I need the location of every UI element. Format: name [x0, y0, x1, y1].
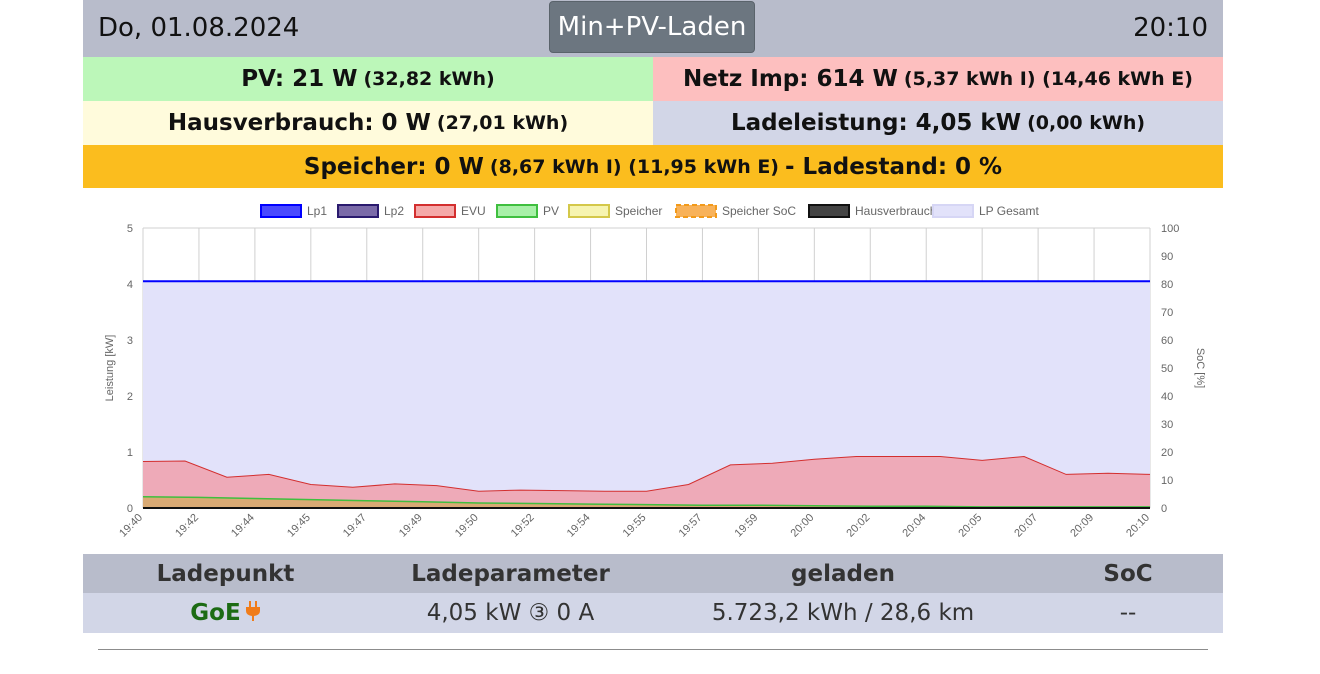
power-chart-svg: Lp1 Lp2 EVU PV Speicher Speicher SoC Hausverbr…: [104, 204, 1206, 540]
legend-label: Lp1: [307, 204, 327, 218]
x-tick: 20:02: [844, 512, 872, 540]
date-label: Do, 01.08.2024: [98, 13, 300, 43]
battery-soc: - Ladestand: 0 %: [785, 153, 1003, 180]
x-tick: 19:59: [733, 512, 761, 540]
charging-power: Ladeleistung: 4,05 kW: [730, 110, 1022, 136]
plug-icon: [245, 600, 261, 626]
grid-summary: Netz Imp: 614 W (5,37 kWh I) (14,46 kWh …: [653, 57, 1223, 101]
summary-row-2: Hausverbrauch: 0 W (27,01 kWh) Ladeleist…: [83, 101, 1223, 145]
col-soc: SoC: [1103, 560, 1153, 587]
pv-power: PV: 21 W: [241, 66, 358, 92]
vehicle-soc: --: [1119, 600, 1137, 626]
legend-label: EVU: [461, 204, 486, 218]
summary-row-1: PV: 21 W (32,82 kWh) Netz Imp: 614 W (5,…: [83, 57, 1223, 101]
time-label: 20:10: [1133, 13, 1208, 43]
grid-energy: (5,37 kWh I) (14,46 kWh E): [903, 68, 1193, 90]
y-tick-right: 40: [1161, 391, 1173, 403]
house-summary: Hausverbrauch: 0 W (27,01 kWh): [83, 101, 653, 145]
legend-label: LP Gesamt: [979, 204, 1039, 218]
legend-swatch: [337, 204, 379, 218]
y-tick-right: 50: [1161, 363, 1173, 375]
legend-label: Lp2: [384, 204, 404, 218]
legend-label: Speicher SoC: [722, 204, 796, 218]
x-tick: 19:55: [621, 512, 649, 540]
battery-power: Speicher: 0 W: [303, 153, 484, 180]
grid-power: Netz Imp: 614 W: [683, 66, 898, 92]
y-tick-left: 4: [127, 279, 133, 291]
legend-label: Hausverbrauch: [855, 204, 936, 218]
table-row[interactable]: GoE 4,05 kW ③ 0 A 5.723,2 kWh / 28,6 km …: [83, 593, 1223, 633]
x-tick: 19:47: [341, 512, 369, 540]
chargepoint-name-cell[interactable]: GoE: [83, 593, 368, 633]
legend-swatch: [808, 204, 850, 218]
charged-amount: 5.723,2 kWh / 28,6 km: [711, 600, 975, 626]
y-tick-right: 70: [1161, 307, 1173, 319]
charge-mode-button[interactable]: Min+PV-Laden: [549, 1, 755, 53]
legend-swatch: [675, 204, 717, 218]
col-geladen: geladen: [791, 560, 895, 587]
dashboard: Do, 01.08.2024 Min+PV-Laden 20:10 PV: 21…: [83, 0, 1223, 633]
legend-swatch: [496, 204, 538, 218]
x-tick: 19:40: [117, 512, 145, 540]
chargepoint-table-header: Ladepunkt Ladeparameter geladen SoC: [83, 554, 1223, 593]
y-tick-right: 90: [1161, 251, 1173, 263]
y-tick-left: 5: [127, 223, 133, 235]
legend-swatch: [568, 204, 610, 218]
y-tick-right: 100: [1161, 223, 1179, 235]
x-tick: 19:52: [509, 512, 537, 540]
y-axis-label-right: SoC [%]: [1194, 348, 1206, 388]
charging-params: 4,05 kW ③ 0 A: [426, 600, 595, 626]
pv-energy: (32,82 kWh): [363, 68, 495, 90]
x-tick: 19:50: [453, 512, 481, 540]
x-tick: 20:10: [1124, 512, 1152, 540]
y-tick-right: 30: [1161, 419, 1173, 431]
charging-summary: Ladeleistung: 4,05 kW (0,00 kWh): [653, 101, 1223, 145]
x-tick: 19:44: [229, 512, 257, 540]
house-power: Hausverbrauch: 0 W: [167, 110, 431, 136]
chargepoint-name[interactable]: GoE: [190, 600, 240, 626]
legend-label: Speicher: [615, 204, 662, 218]
x-tick: 19:42: [173, 512, 201, 540]
house-energy: (27,01 kWh): [436, 112, 569, 134]
x-tick: 19:45: [285, 512, 313, 540]
x-tick: 20:05: [956, 512, 984, 540]
y-tick-right: 10: [1161, 475, 1173, 487]
y-tick-left: 2: [127, 391, 133, 403]
y-tick-right: 80: [1161, 279, 1173, 291]
battery-energy: (8,67 kWh I) (11,95 kWh E): [489, 155, 779, 178]
y-tick-right: 0: [1161, 503, 1167, 515]
x-tick: 20:04: [900, 512, 928, 540]
x-tick: 20:00: [789, 512, 817, 540]
y-tick-right: 60: [1161, 335, 1173, 347]
battery-summary-content: Speicher: 0 W (8,67 kWh I) (11,95 kWh E)…: [83, 145, 1223, 188]
pv-summary: PV: 21 W (32,82 kWh): [83, 57, 653, 101]
y-tick-left: 0: [127, 503, 133, 515]
y-tick-right: 20: [1161, 447, 1173, 459]
x-tick: 19:49: [397, 512, 425, 540]
col-ladeparameter: Ladeparameter: [411, 560, 610, 587]
charging-energy: (0,00 kWh): [1027, 112, 1146, 134]
x-tick: 19:57: [677, 512, 705, 540]
x-tick: 19:54: [565, 512, 593, 540]
legend-swatch: [414, 204, 456, 218]
battery-summary: Speicher: 0 W (8,67 kWh I) (11,95 kWh E)…: [83, 145, 1223, 188]
y-tick-left: 1: [127, 447, 133, 459]
y-tick-left: 3: [127, 335, 133, 347]
power-chart[interactable]: Lp1 Lp2 EVU PV Speicher Speicher SoC Hausverbr…: [83, 188, 1223, 554]
x-tick: 20:07: [1012, 512, 1040, 540]
legend-swatch: [932, 204, 974, 218]
y-axis-label-left: Leistung [kW]: [104, 335, 116, 402]
header-bar: Do, 01.08.2024 Min+PV-Laden 20:10: [83, 0, 1223, 57]
divider: [98, 649, 1208, 650]
legend-swatch: [260, 204, 302, 218]
x-tick: 20:09: [1068, 512, 1096, 540]
legend-label: PV: [543, 204, 559, 218]
col-ladepunkt: Ladepunkt: [156, 560, 295, 587]
